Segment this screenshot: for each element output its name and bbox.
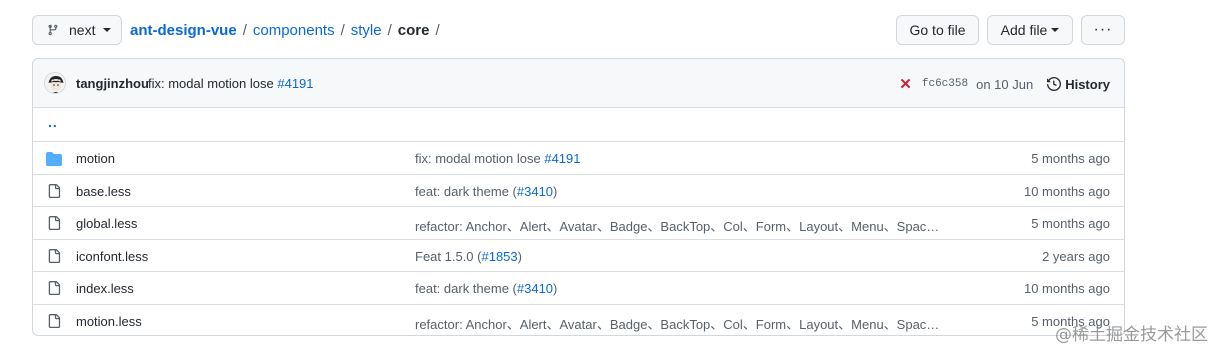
file-icon <box>47 215 61 234</box>
commit-date: on 10 Jun <box>976 76 1034 92</box>
file-age: 5 months ago <box>1031 151 1110 166</box>
breadcrumb-separator: / <box>387 21 392 39</box>
file-name-link[interactable]: base.less <box>76 184 131 199</box>
file-icon <box>47 280 61 299</box>
file-commit-message: feat: dark theme (#3410) <box>415 184 557 199</box>
add-file-label: Add file <box>1000 22 1048 38</box>
breadcrumb-separator: / <box>435 21 440 39</box>
breadcrumb-separator: / <box>340 21 345 39</box>
file-row[interactable]: index.less feat: dark theme (#3410) 10 mon… <box>33 271 1124 304</box>
file-age: 10 months ago <box>1023 183 1110 199</box>
chevron-down-icon <box>103 28 112 32</box>
go-to-file-button[interactable]: Go to file <box>896 15 979 45</box>
commit-message-text[interactable]: fix: modal motion lose <box>148 76 274 91</box>
file-commit-text[interactable]: Feat 1.5.0 ( <box>415 249 481 264</box>
file-row[interactable]: motion.less refactor: Anchor、Alert、Avatar… <box>33 303 1124 336</box>
file-row[interactable]: iconfont.less Feat 1.5.0 (#1853) 2 years a… <box>33 238 1124 272</box>
file-name-link[interactable]: global.less <box>76 216 137 231</box>
avatar[interactable] <box>44 72 66 94</box>
breadcrumb-separator: / <box>242 21 247 39</box>
latest-commit-bar: tangjinzhou fix: modal motion lose #4191… <box>33 59 1124 108</box>
file-name-link[interactable]: motion.less <box>76 314 142 329</box>
commit-pr-link[interactable]: #4191 <box>277 76 313 91</box>
file-commit-message: Feat 1.5.0 (#1853) <box>415 249 522 264</box>
file-commit-message: refactor: Anchor、Alert、Avatar、Badge、Back… <box>415 216 939 235</box>
history-label: History <box>1065 76 1110 92</box>
kebab-horizontal-icon: ··· <box>1093 21 1113 38</box>
file-commit-text[interactable]: refactor: Anchor、Alert、Avatar、Badge、Back… <box>415 317 939 332</box>
file-commit-suffix: ) <box>553 281 558 296</box>
breadcrumb-link-components[interactable]: components <box>253 22 335 39</box>
commit-sha-link[interactable]: fc6c358 <box>922 78 968 90</box>
x-icon[interactable]: ✕ <box>899 75 912 93</box>
commit-author-link[interactable]: tangjinzhou <box>76 76 149 91</box>
file-age: 2 years ago <box>1042 248 1110 264</box>
file-commit-text[interactable]: fix: modal motion lose <box>415 151 544 166</box>
file-commit-message: fix: modal motion lose #4191 <box>415 151 581 166</box>
file-commit-pr-link[interactable]: #3410 <box>517 281 553 296</box>
file-commit-text[interactable]: feat: dark theme ( <box>415 281 517 296</box>
file-commit-text[interactable]: feat: dark theme ( <box>415 184 517 199</box>
more-options-button[interactable]: ··· <box>1081 15 1125 45</box>
file-age: 10 months ago <box>1023 281 1110 296</box>
file-row[interactable]: global.less refactor: Anchor、Alert、Avatar… <box>33 206 1124 239</box>
file-icon <box>47 313 61 332</box>
file-row[interactable]: motion fix: modal motion lose #4191 5 mont… <box>33 141 1124 174</box>
file-commit-message: refactor: Anchor、Alert、Avatar、Badge、Back… <box>415 314 939 333</box>
branch-name: next <box>69 22 96 38</box>
file-icon <box>47 248 61 267</box>
commit-message: fix: modal motion lose #4191 <box>148 76 314 91</box>
file-name-link[interactable]: iconfont.less <box>76 249 148 264</box>
commit-details: ✕ fc6c358 on 10 Jun History <box>899 75 1110 93</box>
file-commit-text[interactable]: refactor: Anchor、Alert、Avatar、Badge、Back… <box>415 219 939 234</box>
file-icon <box>47 183 61 202</box>
add-file-button[interactable]: Add file <box>987 15 1073 45</box>
git-branch-icon <box>47 23 59 37</box>
branch-select-button[interactable]: next <box>32 15 122 45</box>
breadcrumb-link-style[interactable]: style <box>351 22 382 39</box>
file-list-box: tangjinzhou fix: modal motion lose #4191… <box>32 58 1125 336</box>
file-actions: Go to file Add file ··· <box>896 15 1125 45</box>
chevron-down-icon <box>1051 28 1060 32</box>
parent-directory-link[interactable]: .. <box>48 114 58 130</box>
file-commit-pr-link[interactable]: #1853 <box>481 249 517 264</box>
file-name-link[interactable]: index.less <box>76 281 134 296</box>
file-commit-message: feat: dark theme (#3410) <box>415 281 557 296</box>
file-age: 5 months ago <box>1031 216 1110 231</box>
watermark: @稀土掘金技术社区 <box>1055 325 1208 345</box>
file-name-link[interactable]: motion <box>76 151 115 166</box>
history-link[interactable]: History <box>1047 77 1110 92</box>
breadcrumb-current: core <box>397 21 430 39</box>
file-commit-pr-link[interactable]: #4191 <box>544 151 580 166</box>
parent-directory-row[interactable]: .. <box>33 108 1124 141</box>
file-commit-suffix: ) <box>517 248 522 264</box>
breadcrumb-root-link[interactable]: ant-design-vue <box>130 22 237 39</box>
file-commit-pr-link[interactable]: #3410 <box>517 184 553 199</box>
file-row[interactable]: base.less feat: dark theme (#3410) 10 mont… <box>33 173 1124 207</box>
file-commit-suffix: ) <box>553 183 558 199</box>
folder-icon <box>46 152 62 169</box>
breadcrumb: ant-design-vue / components / style / co… <box>130 22 446 39</box>
history-icon <box>1047 77 1062 91</box>
